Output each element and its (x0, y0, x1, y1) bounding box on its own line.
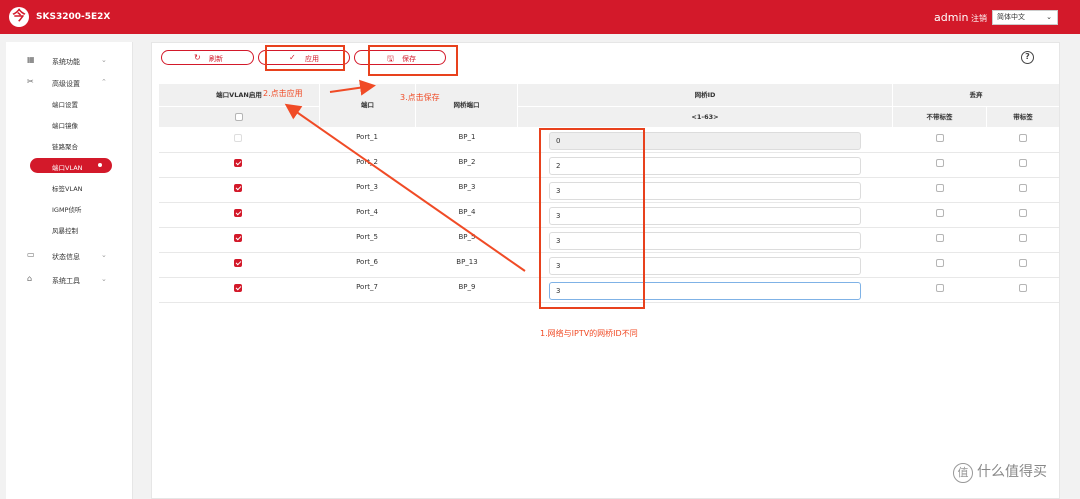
watermark: 值什么值得买 (953, 461, 1047, 483)
arrow-to-save (329, 79, 376, 96)
arrow-to-apply (284, 103, 526, 272)
watermark-text: 什么值得买 (977, 464, 1047, 480)
zdm-logo-icon: 值 (953, 463, 973, 483)
annotation-arrows (284, 79, 526, 272)
